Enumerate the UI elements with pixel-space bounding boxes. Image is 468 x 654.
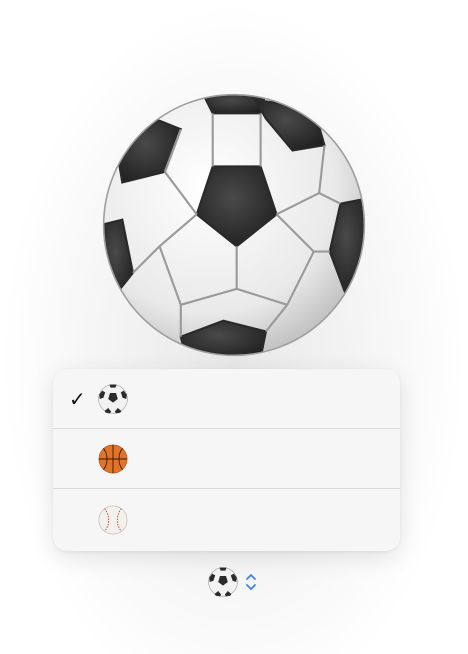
basketball-icon — [98, 444, 128, 474]
chevron-up-down-icon — [244, 571, 258, 593]
checkmark-icon: ✓ — [69, 386, 86, 411]
soccer-ball-icon — [208, 567, 238, 597]
emoji-menu: ✓ — [53, 369, 400, 551]
soccer-ball-preview-icon — [101, 92, 367, 358]
emoji-popup-button[interactable] — [208, 566, 268, 598]
emoji-picker-stage: ✓ — [0, 0, 468, 654]
menu-item-baseball[interactable] — [53, 489, 400, 551]
soccer-ball-icon — [98, 383, 128, 414]
menu-item-soccer-ball[interactable]: ✓ — [53, 369, 400, 429]
baseball-icon — [98, 505, 128, 535]
menu-item-basketball[interactable] — [53, 429, 400, 489]
